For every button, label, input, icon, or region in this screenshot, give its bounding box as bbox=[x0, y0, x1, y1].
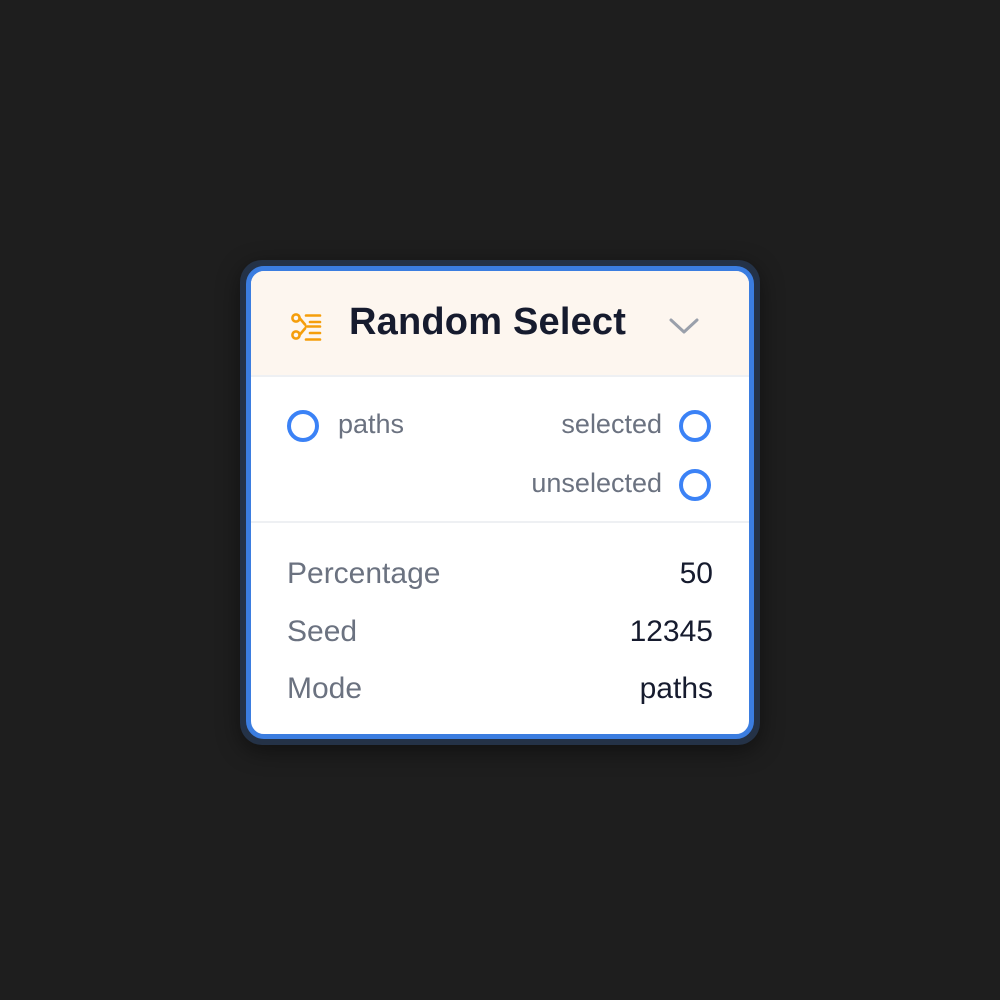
input-port-paths[interactable] bbox=[287, 410, 319, 442]
param-key-percentage: Percentage bbox=[287, 557, 441, 590]
param-value-mode[interactable]: paths bbox=[640, 672, 713, 706]
branch-list-icon bbox=[291, 313, 322, 341]
input-port-label: paths bbox=[338, 409, 405, 439]
output-port-label: unselected bbox=[531, 468, 662, 498]
ports-section: paths selected unselected bbox=[251, 377, 749, 523]
output-port-selected[interactable] bbox=[679, 410, 711, 442]
param-value-seed[interactable]: 12345 bbox=[630, 615, 713, 649]
param-key-mode: Mode bbox=[287, 672, 363, 705]
node-title: Random Select bbox=[349, 301, 627, 343]
output-port-label: selected bbox=[561, 409, 662, 439]
chevron-down-icon[interactable] bbox=[667, 315, 701, 337]
output-port-unselected[interactable] bbox=[679, 469, 711, 501]
node-header[interactable]: Random Select bbox=[251, 271, 749, 377]
param-key-seed: Seed bbox=[287, 615, 358, 648]
param-value-percentage[interactable]: 50 bbox=[680, 557, 713, 591]
random-select-node[interactable]: Random Select paths selected unselected … bbox=[246, 266, 754, 739]
